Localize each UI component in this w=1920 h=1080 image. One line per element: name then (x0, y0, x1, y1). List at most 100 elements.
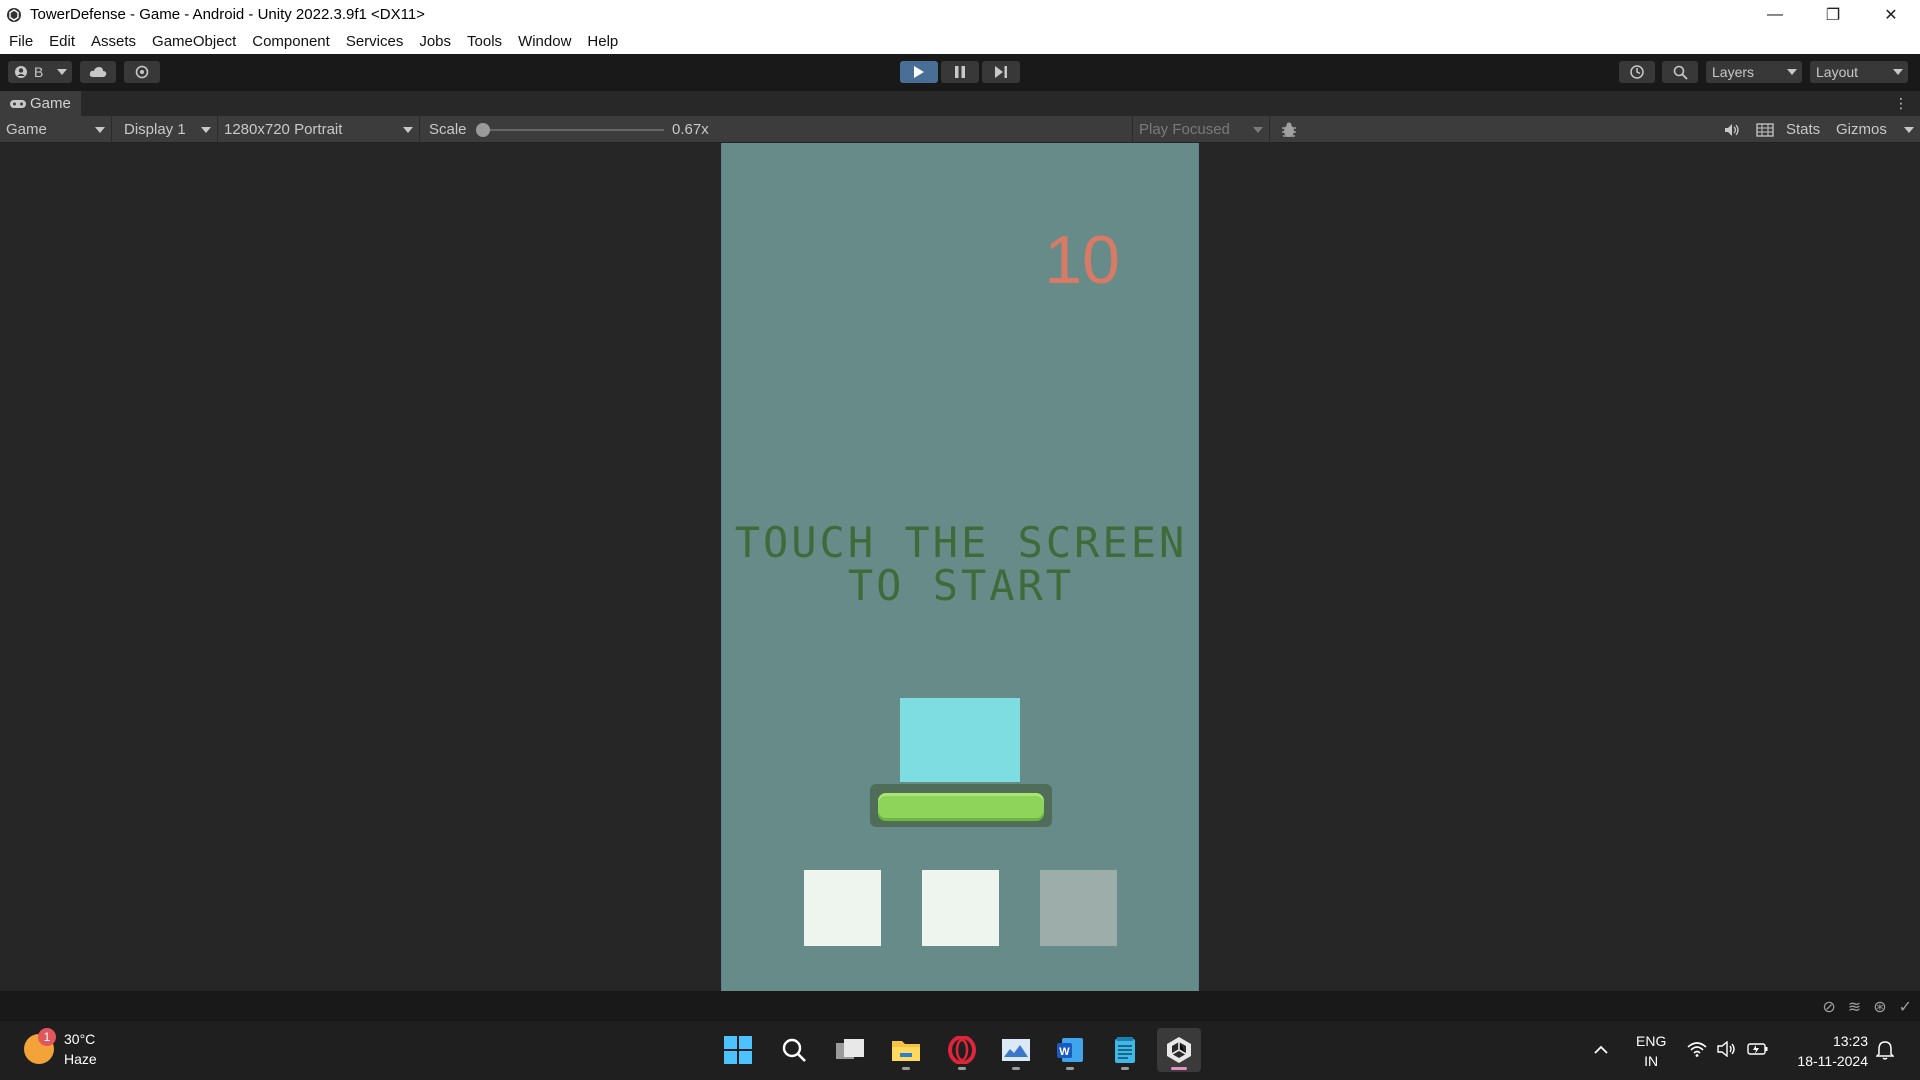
menu-component[interactable]: Component (244, 29, 338, 54)
menu-help[interactable]: Help (579, 29, 626, 54)
active-indicator (1171, 1067, 1187, 1070)
start-prompt-line2: TO START (847, 561, 1075, 610)
restore-icon: ❐ (1825, 6, 1841, 24)
tower-slot[interactable] (1040, 870, 1117, 946)
clock-time: 13:23 (1832, 1033, 1868, 1049)
weather-widget[interactable]: 1 30°C Haze (24, 1028, 97, 1069)
play-icon (914, 66, 924, 78)
health-bar-fill (878, 793, 1044, 821)
word-button[interactable]: W (1048, 1028, 1092, 1072)
start-button[interactable] (716, 1028, 760, 1072)
pause-button[interactable] (941, 61, 979, 83)
windows-taskbar: 1 30°C Haze W ENG IN 13:23 18-11-2024 (0, 1021, 1920, 1080)
more-options-icon[interactable]: ⋮ (1894, 95, 1908, 112)
chevron-down-icon[interactable] (1904, 127, 1914, 133)
tower-slot[interactable] (804, 870, 881, 946)
menu-assets[interactable]: Assets (83, 29, 144, 54)
file-explorer-button[interactable] (884, 1028, 928, 1072)
scale-slider-handle[interactable] (476, 123, 490, 137)
step-icon (995, 66, 1007, 78)
chevron-down-icon (1787, 69, 1797, 75)
chevron-down-icon (201, 127, 211, 133)
menu-jobs[interactable]: Jobs (411, 29, 459, 54)
language-line2: IN (1644, 1053, 1659, 1069)
play-focus-dropdown[interactable]: Play Focused (1132, 116, 1270, 143)
menu-file[interactable]: File (0, 29, 41, 54)
tower-slot[interactable] (922, 870, 999, 946)
chevron-down-icon (1253, 127, 1263, 133)
minimize-icon: — (1767, 5, 1783, 23)
step-button[interactable] (982, 61, 1020, 83)
restore-button[interactable]: ❐ (1804, 0, 1862, 29)
search-icon (1673, 65, 1688, 80)
layers-dropdown[interactable]: Layers (1706, 61, 1802, 83)
gizmos-button[interactable]: Gizmos (1836, 116, 1887, 143)
layout-label: Layout (1816, 64, 1859, 80)
tab-game[interactable]: Game (0, 91, 81, 116)
battery-icon[interactable] (1747, 1041, 1769, 1057)
language-indicator[interactable]: ENG IN (1636, 1031, 1666, 1071)
bug-icon[interactable] (1280, 121, 1298, 139)
game-screen[interactable]: 10 TOUCH THE SCREEN TO START (721, 143, 1199, 991)
network-icon[interactable]: ⊛ (1873, 997, 1886, 1017)
folder-icon (892, 1041, 920, 1061)
layers-stack-icon[interactable]: ≋ (1848, 997, 1861, 1017)
scale-slider-track[interactable] (484, 129, 664, 131)
layers-label: Layers (1712, 64, 1755, 80)
play-button[interactable] (900, 61, 938, 83)
volume-icon[interactable] (1717, 1041, 1737, 1057)
close-button[interactable]: ✕ (1862, 0, 1920, 29)
menu-edit[interactable]: Edit (41, 29, 83, 54)
stats-button[interactable]: Stats (1786, 116, 1820, 143)
wifi-icon[interactable] (1687, 1041, 1707, 1057)
opera-button[interactable] (940, 1028, 984, 1072)
resolution-dropdown[interactable]: 1280x720 Portrait (218, 116, 420, 143)
weather-temperature: 30°C (64, 1031, 96, 1047)
cloud-button[interactable] (80, 61, 116, 83)
audio-mute-icon[interactable] (1724, 123, 1740, 137)
notepad-icon (1115, 1037, 1135, 1063)
aspect-grid-icon[interactable] (1756, 123, 1774, 137)
check-circle-icon[interactable]: ✓ (1899, 997, 1912, 1017)
menu-tools[interactable]: Tools (459, 29, 510, 54)
task-view-button[interactable] (828, 1028, 872, 1072)
window-title: TowerDefense - Game - Android - Unity 20… (30, 6, 425, 23)
display-dropdown[interactable]: Display 1 (118, 116, 218, 143)
view-mode-label: Game (6, 121, 47, 138)
menu-gameobject[interactable]: GameObject (144, 29, 244, 54)
game-viewport: 10 TOUCH THE SCREEN TO START (0, 143, 1920, 991)
undo-history-button[interactable] (1619, 61, 1655, 83)
score-counter: 10 (1044, 222, 1120, 298)
system-clock[interactable]: 13:23 18-11-2024 (1797, 1031, 1868, 1071)
running-indicator (1121, 1067, 1129, 1070)
start-prompt[interactable]: TOUCH THE SCREEN TO START (722, 521, 1198, 610)
minimize-button[interactable]: — (1746, 0, 1804, 29)
search-button[interactable] (1662, 61, 1698, 83)
cloud-icon (89, 67, 107, 77)
language-line1: ENG (1636, 1033, 1667, 1049)
editor-status-bar: ⊘ ≋ ⊛ ✓ (0, 991, 1920, 1021)
collab-button[interactable] (124, 61, 160, 83)
clock-date: 18-11-2024 (1797, 1053, 1868, 1069)
unity-button[interactable] (1157, 1028, 1201, 1072)
account-dropdown[interactable]: B (8, 61, 72, 83)
photos-button[interactable] (994, 1028, 1038, 1072)
game-view-toolbar: Game Display 1 1280x720 Portrait Scale 0… (0, 116, 1920, 143)
notification-bell-icon[interactable] (1876, 1040, 1894, 1060)
unity-app-icon (7, 7, 21, 22)
search-icon (782, 1038, 806, 1062)
chevron-up-icon[interactable] (1594, 1045, 1608, 1054)
notepad-button[interactable] (1103, 1028, 1147, 1072)
running-indicator (1066, 1067, 1074, 1070)
photos-icon (1002, 1039, 1030, 1061)
chevron-down-icon (1893, 69, 1903, 75)
view-mode-dropdown[interactable]: Game (0, 116, 112, 143)
menu-window[interactable]: Window (510, 29, 579, 54)
chevron-down-icon (95, 127, 105, 133)
taskbar-search-button[interactable] (772, 1028, 816, 1072)
debug-off-icon[interactable]: ⊘ (1822, 997, 1835, 1017)
layout-dropdown[interactable]: Layout (1810, 61, 1908, 83)
scale-value: 0.67x (672, 121, 709, 138)
menu-services[interactable]: Services (338, 29, 412, 54)
svg-text:W: W (1059, 1046, 1070, 1058)
